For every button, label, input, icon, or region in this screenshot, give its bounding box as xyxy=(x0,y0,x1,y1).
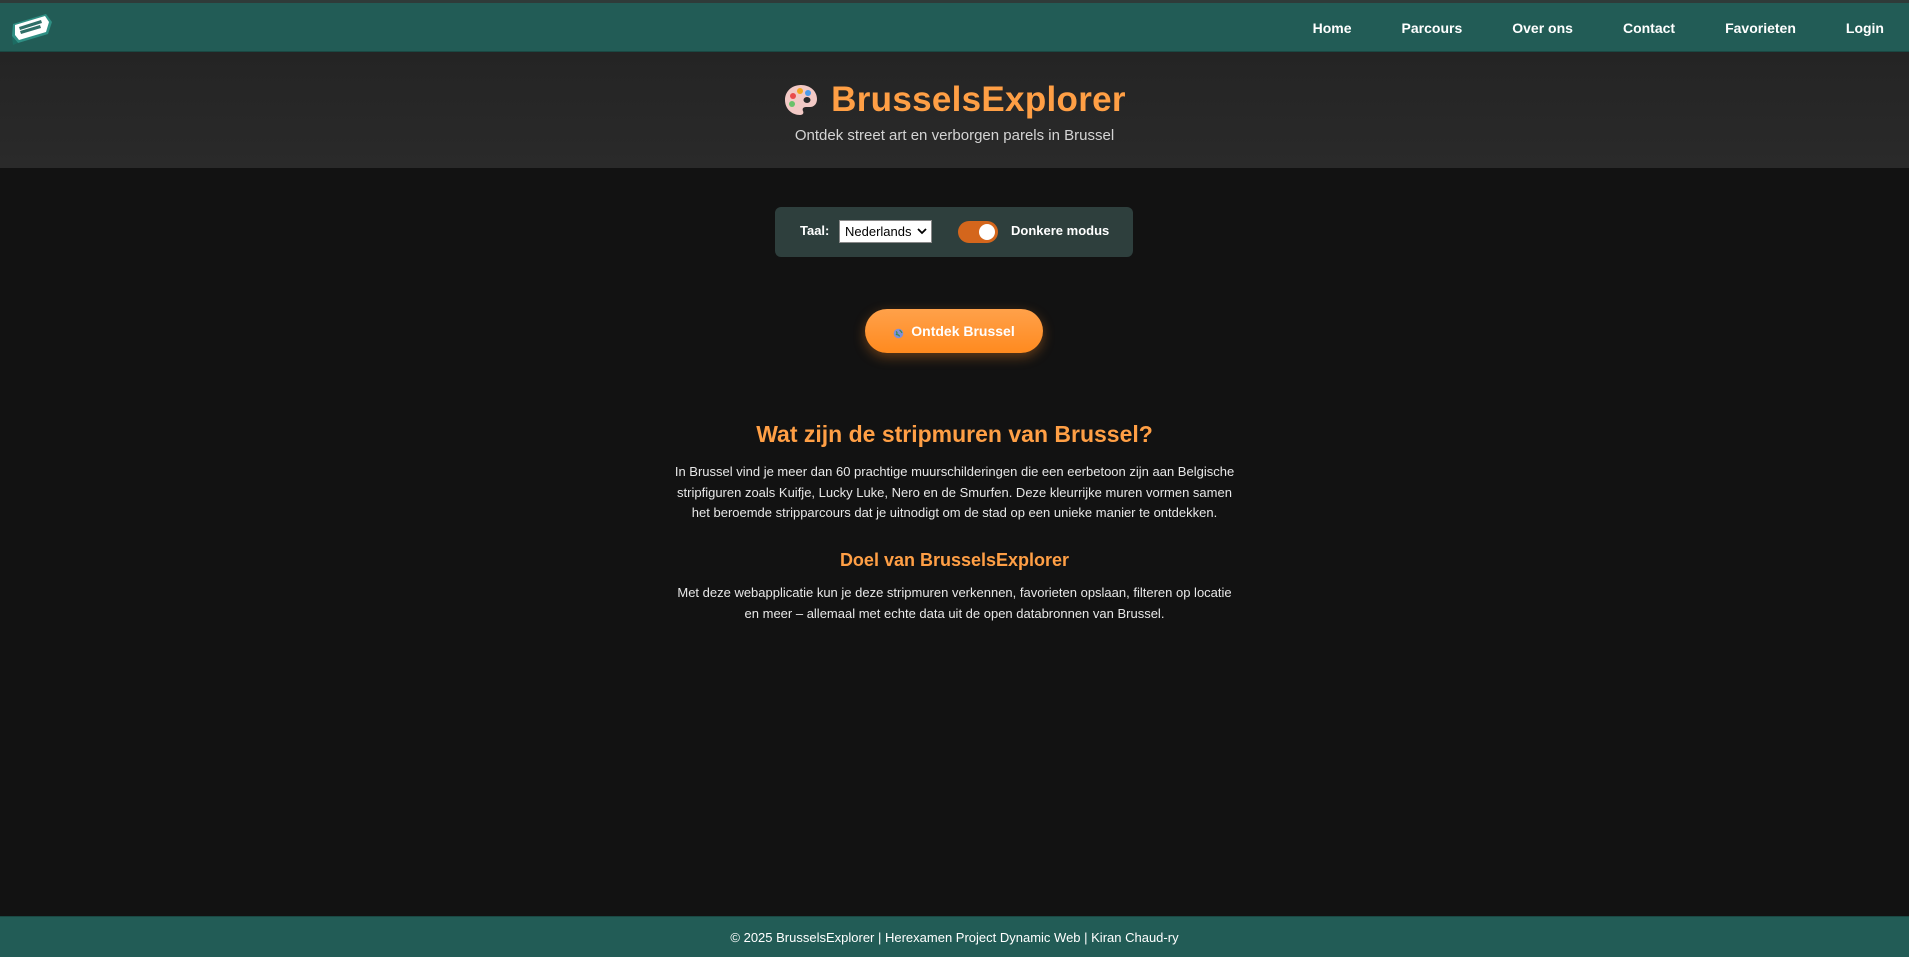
toggle-knob xyxy=(979,224,995,240)
palette-icon xyxy=(783,82,819,118)
nav-link-login[interactable]: Login xyxy=(1821,20,1909,36)
navbar: Home Parcours Over ons Contact Favoriete… xyxy=(0,0,1909,52)
nav-link-home[interactable]: Home xyxy=(1288,20,1377,36)
intro-paragraph: In Brussel vind je meer dan 60 prachtige… xyxy=(674,464,1235,520)
footer: © 2025 BrusselsExplorer | Herexamen Proj… xyxy=(0,916,1909,957)
dark-mode-label: Donkere modus xyxy=(1011,223,1110,238)
dark-mode-toggle[interactable] xyxy=(958,221,998,243)
site-header: BrusselsExplorer Ontdek street art en ve… xyxy=(0,52,1909,168)
language-select[interactable]: Nederlands xyxy=(839,220,932,243)
page: Home Parcours Over ons Contact Favoriete… xyxy=(0,0,1909,957)
globe-icon xyxy=(893,326,904,338)
section-heading: Wat zijn de stripmuren van Brussel? xyxy=(756,421,1153,447)
site-subtitle: Ontdek street art en verborgen parels in… xyxy=(794,127,1115,144)
footer-text: © 2025 BrusselsExplorer | Herexamen Proj… xyxy=(730,930,1179,945)
nav-link-over-ons[interactable]: Over ons xyxy=(1487,20,1598,36)
site-title: BrusselsExplorer xyxy=(0,80,1909,120)
site-title-text: BrusselsExplorer xyxy=(831,80,1126,119)
nav-link-parcours[interactable]: Parcours xyxy=(1377,20,1488,36)
settings-panel: Taal: Nederlands Donkere modus xyxy=(775,207,1133,257)
explore-brussels-label: Ontdek Brussel xyxy=(911,323,1015,339)
nav-link-favorieten[interactable]: Favorieten xyxy=(1700,20,1821,36)
nav-link-contact[interactable]: Contact xyxy=(1598,20,1700,36)
language-select-value: Nederlands xyxy=(845,224,912,239)
explore-brussels-button[interactable]: Ontdek Brussel xyxy=(865,309,1043,353)
chevron-down-icon xyxy=(917,224,927,241)
goal-paragraph: Met deze webapplicatie kun je deze strip… xyxy=(677,585,1232,621)
goal-heading: Doel van BrusselsExplorer xyxy=(839,550,1070,570)
logo-icon[interactable] xyxy=(10,10,54,46)
nav-links: Home Parcours Over ons Contact Favoriete… xyxy=(1288,3,1909,52)
language-label: Taal: xyxy=(800,223,830,238)
